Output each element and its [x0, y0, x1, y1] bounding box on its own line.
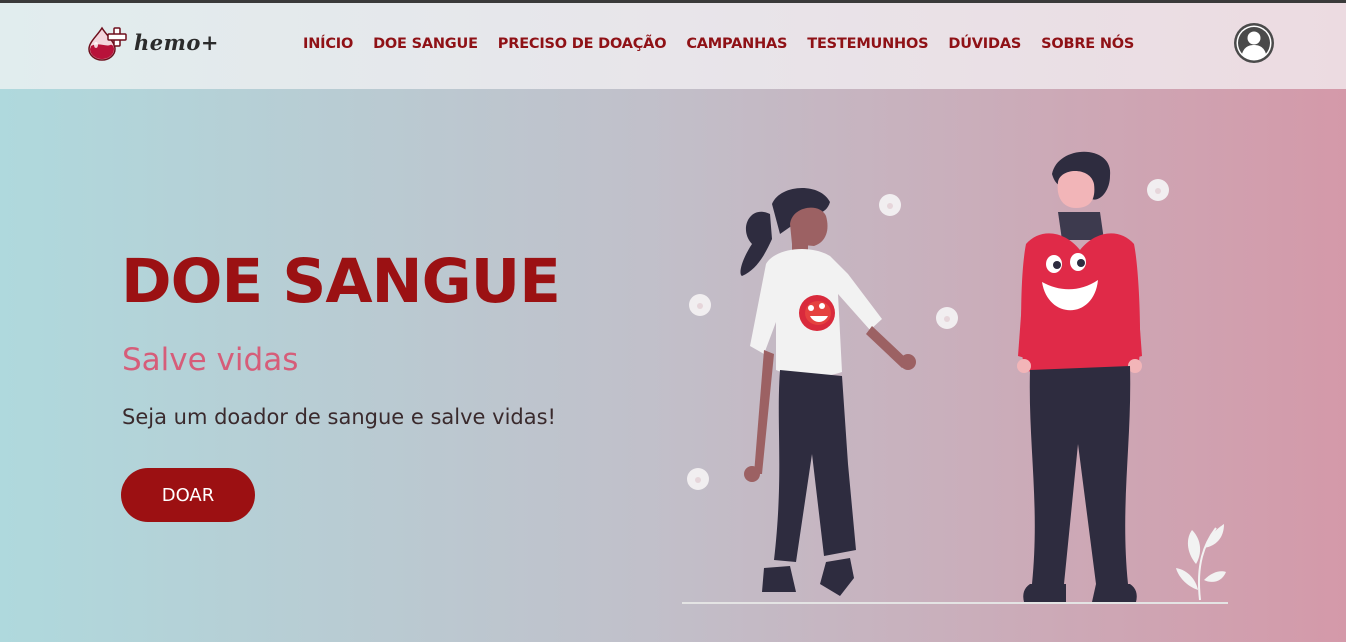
nav-link-doe-sangue[interactable]: DOE SANGUE [373, 36, 478, 52]
logo[interactable]: hemo+ [86, 23, 219, 63]
nav-link-inicio[interactable]: INÍCIO [303, 36, 353, 52]
man-figure [1017, 151, 1142, 602]
donate-button[interactable]: DOAR [121, 468, 255, 522]
woman-figure [740, 187, 916, 596]
hero-description: Seja um doador de sangue e salve vidas! [122, 405, 556, 429]
blood-drop-plus-icon [88, 26, 127, 61]
main-nav: INÍCIO DOE SANGUE PRECISO DE DOAÇÃO CAMP… [303, 36, 1134, 52]
logo-text: hemo+ [134, 29, 219, 55]
donors-illustration [682, 151, 1228, 604]
nav-link-campanhas[interactable]: CAMPANHAS [686, 36, 787, 52]
hero-section: DOE SANGUE Salve vidas Seja um doador de… [0, 89, 1346, 642]
plant-decoration [1176, 524, 1226, 601]
user-avatar-icon[interactable] [1234, 23, 1274, 63]
hero-title: DOE SANGUE [121, 246, 561, 317]
nav-link-sobre-nos[interactable]: SOBRE NÓS [1041, 36, 1134, 52]
nav-link-preciso-de-doacao[interactable]: PRECISO DE DOAÇÃO [498, 36, 667, 52]
hero-subtitle: Salve vidas [122, 342, 299, 378]
nav-link-testemunhos[interactable]: TESTEMUNHOS [807, 36, 928, 52]
nav-link-duvidas[interactable]: DÚVIDAS [948, 36, 1021, 52]
navbar: hemo+ INÍCIO DOE SANGUE PRECISO DE DOAÇÃ… [0, 3, 1346, 89]
